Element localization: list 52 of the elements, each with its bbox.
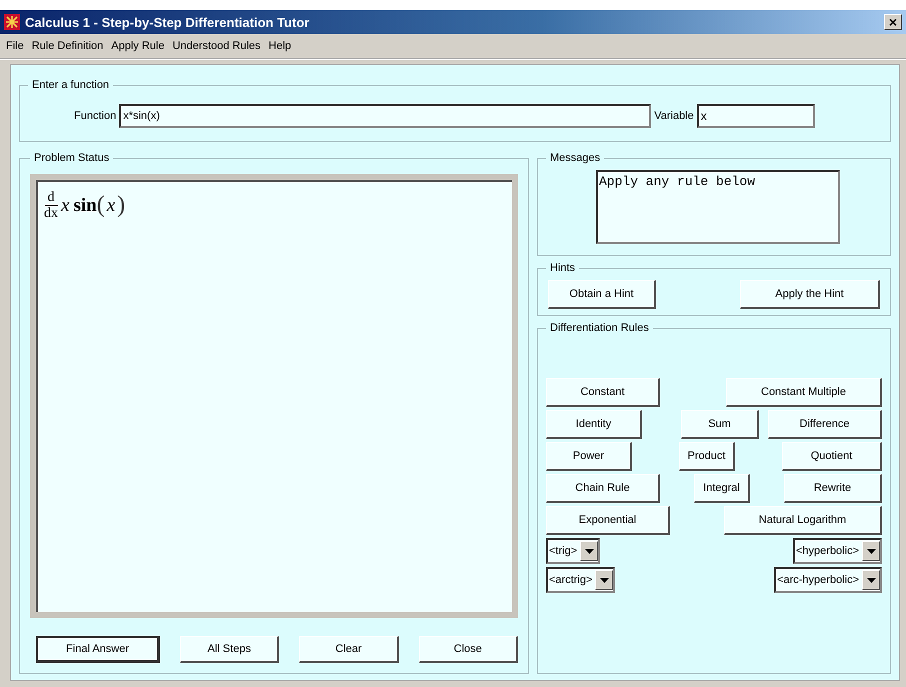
message-box: Apply any rule below	[596, 170, 840, 244]
dropdown[interactable]: <arc-hyperbolic>	[774, 567, 882, 593]
rule-button[interactable]: Constant Multiple	[726, 378, 882, 407]
variable-label: Variable	[654, 110, 694, 122]
variable-field[interactable]: x	[696, 104, 815, 128]
caret-icon	[866, 548, 876, 554]
caret-icon	[600, 578, 609, 582]
rule-button[interactable]: Quotient	[782, 442, 882, 471]
rule-button[interactable]: Identity	[546, 410, 642, 439]
close-button[interactable]: ×	[884, 14, 902, 30]
rule-button[interactable]: Difference	[768, 410, 882, 439]
menu-item[interactable]: Help	[264, 40, 296, 52]
math-text: (	[96, 192, 105, 219]
rule-button[interactable]: Power	[546, 442, 632, 471]
rule-button[interactable]: Sum	[681, 410, 759, 439]
dropdown[interactable]: <trig>	[546, 538, 600, 564]
menu-item[interactable]: Apply Rule	[107, 40, 168, 52]
caret-icon	[866, 578, 876, 582]
function-field[interactable]: x*sin(x)	[119, 104, 652, 128]
panel-title: Enter a function	[31, 79, 110, 91]
app-icon	[4, 14, 20, 30]
rule-button[interactable]: Rewrite	[784, 474, 882, 503]
rule-button[interactable]: Chain Rule	[546, 474, 660, 503]
math-text: d	[44, 190, 58, 206]
hint-button[interactable]: Apply the Hint	[740, 280, 880, 309]
caret-icon	[584, 548, 594, 554]
rule-button[interactable]: Constant	[546, 378, 660, 407]
hint-button[interactable]: Obtain a Hint	[548, 280, 656, 309]
window-title: Calculus 1 - Step-by-Step Differentiation Tutor	[25, 14, 310, 30]
panel-title: Messages	[549, 152, 602, 164]
action-button[interactable]: Final Answer	[36, 636, 160, 663]
function-label: Function	[74, 110, 116, 122]
math-text: x	[106, 194, 116, 216]
rule-button[interactable]: Integral	[694, 474, 750, 503]
math-text: )	[117, 192, 126, 219]
action-button[interactable]: Clear	[299, 636, 399, 663]
rule-button[interactable]: Natural Logarithm	[724, 506, 882, 535]
action-button[interactable]: Close	[418, 636, 518, 663]
rule-button[interactable]: Exponential	[546, 506, 670, 535]
rule-button[interactable]: Product	[678, 442, 736, 471]
action-button[interactable]: All Steps	[180, 636, 280, 663]
dropdown[interactable]: <hyperbolic>	[793, 538, 882, 564]
panel-title: Hints	[549, 262, 576, 274]
panel-title: Problem Status	[33, 152, 110, 164]
menu-item[interactable]: Understood Rules	[168, 40, 265, 52]
dropdown[interactable]: <arctrig>	[546, 567, 616, 593]
panel-title: Differentiation Rules	[549, 322, 650, 334]
menu-item[interactable]: Rule Definition	[28, 40, 108, 52]
math-text: dx	[44, 206, 58, 221]
menu-item[interactable]: File	[2, 40, 28, 52]
math-text: x	[61, 194, 70, 216]
math-text: sin	[73, 194, 97, 216]
